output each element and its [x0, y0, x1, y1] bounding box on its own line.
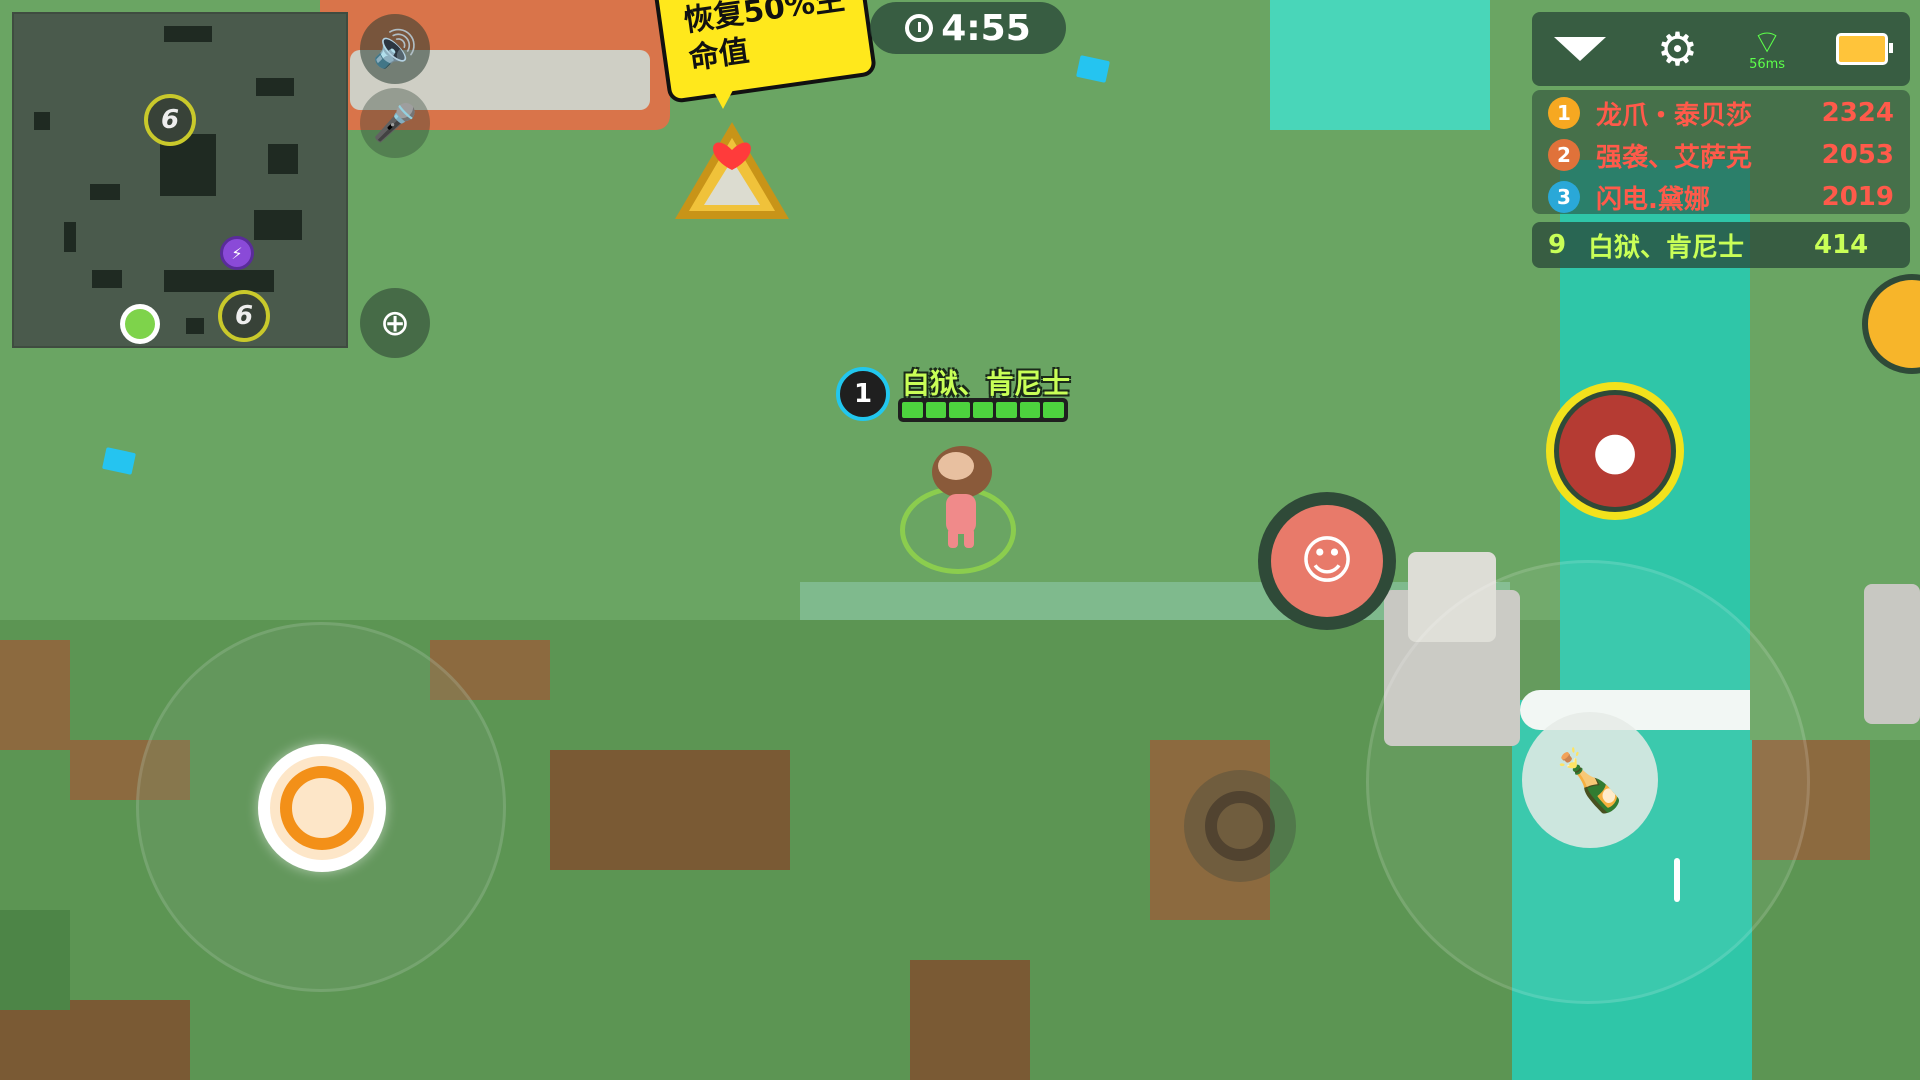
minimap-wall [164, 270, 274, 292]
skill-button-brawler[interactable]: ☺ [1258, 492, 1396, 630]
dirt-block [910, 960, 1030, 1080]
minimap-wall [64, 222, 76, 252]
ping-value: 56ms [1749, 56, 1786, 72]
match-timer: 4:55 [870, 2, 1066, 54]
timer-value: 4:55 [941, 7, 1031, 49]
gear-icon[interactable]: ⚙ [1657, 26, 1698, 72]
battery-charging-icon [1836, 33, 1893, 65]
rock [1864, 584, 1920, 724]
dirt-block [0, 640, 70, 750]
player-score: 2053 [1821, 140, 1894, 170]
health-segment [1019, 402, 1041, 418]
clock-icon [905, 14, 934, 42]
player-character [932, 446, 992, 548]
move-joystick-knob[interactable] [258, 744, 386, 872]
rank-badge: 1 [1548, 97, 1580, 129]
zoom-in-icon[interactable]: ⊕ [360, 288, 430, 358]
player-score: 2324 [1821, 98, 1894, 128]
player-name: 龙爪・泰贝莎 [1596, 100, 1753, 131]
speaker-icon[interactable]: 🔊 [360, 14, 430, 84]
rank-badge: 3 [1548, 181, 1580, 213]
bottle-icon: 🍾 [1552, 745, 1628, 816]
leaderboard-row: 1 龙爪・泰贝莎 2324 [1532, 92, 1910, 134]
skill-button-cannon[interactable]: ● [1546, 382, 1684, 520]
player-nameplate: 1 白狱、肯尼士 [836, 362, 1070, 426]
microphone-muted-icon[interactable]: 🎤 [360, 88, 430, 158]
minimap-wall [254, 210, 302, 240]
player-name-label: 白狱、肯尼士 [902, 367, 1071, 400]
minimap-objective-marker: 6 [218, 290, 270, 342]
attack-button[interactable]: 🍾 [1522, 712, 1658, 848]
top-status-bar: ⚙ ⌔ 56ms [1532, 12, 1910, 86]
bubble-tail [705, 75, 741, 109]
self-rank: 9 [1548, 230, 1567, 260]
player-health-bar [898, 398, 1068, 422]
minimap-player-icon [120, 304, 160, 344]
minimap-enemy-icon: ⚡ [220, 236, 254, 270]
minimap-wall [92, 270, 122, 288]
shadow-block [0, 910, 70, 1010]
player-score: 2019 [1821, 182, 1894, 212]
health-segment [996, 402, 1017, 418]
health-segment [902, 402, 923, 418]
minimap-wall [164, 26, 212, 42]
pond [1270, 0, 1490, 130]
rank-badge: 2 [1548, 139, 1580, 171]
cannon-icon: ● [1559, 395, 1671, 507]
chevron-down-icon[interactable] [1554, 37, 1606, 61]
health-segment [972, 402, 994, 418]
self-rank-row: 9 白狱、肯尼士 414 [1532, 222, 1910, 268]
dirt-block [0, 1000, 190, 1080]
leaderboard-row: 2 强袭、艾萨克 2053 [1532, 134, 1910, 176]
health-segment [949, 402, 970, 418]
wifi-icon: ⌔ 56ms [1749, 22, 1786, 72]
minimap-wall [186, 318, 204, 334]
minimap-wall [90, 184, 120, 200]
self-name: 白狱、肯尼士 [1588, 232, 1745, 263]
leaderboard-row: 3 闪电.黛娜 2019 [1532, 176, 1910, 218]
dirt-block [550, 750, 790, 870]
minimap-wall [256, 78, 294, 96]
minimap-wall [268, 144, 298, 174]
minimap-wall [34, 112, 50, 130]
player-name: 闪电.黛娜 [1596, 184, 1710, 215]
heal-pad [675, 122, 789, 219]
minimap-objective-marker: 6 [144, 94, 196, 146]
leaderboard: 1 龙爪・泰贝莎 2324 2 强袭、艾萨克 2053 3 闪电.黛娜 2019 [1532, 90, 1910, 215]
health-segment [1043, 402, 1065, 418]
self-score: 414 [1814, 230, 1869, 260]
player-name: 强袭、艾萨克 [1596, 142, 1753, 173]
health-segment [925, 402, 947, 418]
aim-indicator [1674, 858, 1680, 902]
player-level-badge: 1 [836, 367, 890, 421]
secondary-skill-button[interactable] [1184, 770, 1296, 882]
brawler-portrait-icon: ☺ [1271, 505, 1383, 617]
minimap[interactable]: 6 6 ⚡ [12, 12, 348, 348]
